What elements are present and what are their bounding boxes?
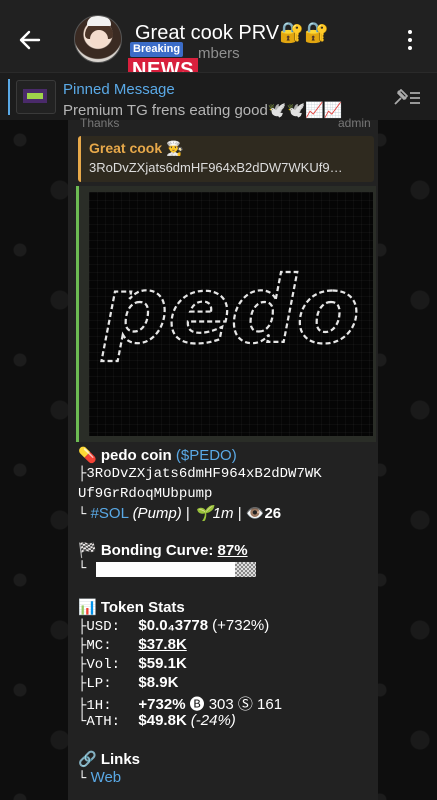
bonding-curve-label: 🏁 Bonding Curve: (78, 542, 214, 559)
more-menu-button[interactable] (398, 26, 422, 54)
coin-title: 💊 pedo coin ($PEDO) (78, 446, 237, 464)
pinned-indicator (8, 79, 10, 115)
bonding-curve-row: 🏁 Bonding Curve: 87% (78, 541, 248, 559)
back-button[interactable] (16, 26, 44, 54)
reply-author: Great cook 👨‍🍳 (89, 140, 184, 156)
reply-preview[interactable]: Great cook 👨‍🍳 3RoDvZXjats6dmHF964xB2dDW… (78, 136, 374, 182)
pin-list-icon[interactable] (392, 87, 422, 107)
views-count: 👁️26 (245, 505, 282, 522)
coin-ticker-link[interactable]: ($PEDO) (176, 447, 237, 464)
member-count: mbers (198, 45, 240, 62)
stat-value: $59.1K (138, 655, 187, 672)
contract-address-line2[interactable]: Uf9GrRdoqMUbpump (78, 486, 212, 502)
stat-row: ├1H: +732% 🅑 303 Ⓢ 161 (78, 693, 282, 714)
stat-key: LP: (86, 676, 112, 692)
dot-icon (408, 38, 412, 42)
tree-prefix: ├ (78, 619, 87, 635)
age-label: 🌱1m (194, 505, 234, 522)
stat-extra: (+732%) (212, 617, 270, 634)
stat-row: ├LP: $8.9K (78, 674, 182, 692)
stat-key: USD: (86, 619, 121, 635)
ascii-logo: pedo (100, 256, 361, 365)
links-title: 🔗 Links (78, 751, 141, 768)
breaking-label: Breaking (130, 42, 184, 57)
admin-tag: admin (338, 116, 371, 130)
stat-key: Vol: (86, 657, 121, 673)
dot-icon (408, 30, 412, 34)
contract-address-part1: 3RoDvZXjats6dmHF964xB2dDW7WK (86, 466, 322, 482)
message-bubble: Thanks admin Great cook 👨‍🍳 3RoDvZXjats6… (68, 116, 378, 800)
stat-value: $49.8K (138, 712, 187, 729)
tree-prefix: └ (78, 771, 87, 787)
bonding-curve-progress (96, 562, 256, 577)
tree-prefix: └ (78, 507, 87, 523)
coin-name: pedo coin (100, 447, 172, 464)
contract-address-line1[interactable]: ├3RoDvZXjats6dmHF964xB2dDW7WK (78, 466, 322, 482)
pinned-message-bar[interactable]: Pinned Message Premium TG frens eating g… (0, 72, 437, 120)
separator: | (185, 505, 190, 522)
stat-value: +732% (138, 696, 186, 713)
tree-prefix: └ (78, 714, 87, 730)
contract-address-part2: Uf9GrRdoqMUbpump (78, 486, 213, 502)
tree-prefix: ├ (78, 657, 87, 673)
pinned-title: Pinned Message (63, 81, 175, 98)
dot-icon (408, 46, 412, 50)
stat-extra: (-24%) (190, 712, 236, 729)
links-row: └ Web (78, 769, 121, 787)
pinned-thumbnail (16, 80, 56, 114)
token-stats-title: 📊 Token Stats (78, 599, 185, 616)
progress-remaining (235, 562, 256, 577)
stat-row: ├Vol: $59.1K (78, 655, 191, 673)
stat-row: ├USD: $0.0₄3778 (+732%) (78, 617, 269, 635)
previous-text-fragment: Thanks (80, 116, 120, 130)
stat-row: ├MC: $37.8K (78, 636, 191, 654)
separator: | (237, 505, 242, 522)
web-link[interactable]: Web (91, 769, 122, 786)
token-image: pedo (89, 192, 373, 436)
source-label: (Pump) (132, 505, 182, 522)
stat-value[interactable]: $37.8K (138, 636, 186, 653)
logo-text: pedo (101, 257, 359, 364)
stat-value: $8.9K (138, 674, 179, 691)
reply-text: 3RoDvZXjats6dmHF964xB2dDW7WKUf9… (89, 160, 343, 175)
stat-key: MC: (86, 638, 112, 654)
chain-hashtag[interactable]: #SOL (91, 505, 129, 522)
stat-extra: 🅑 303 Ⓢ 161 (189, 696, 283, 713)
arrow-left-icon (19, 30, 41, 50)
stat-value: $0.0₄3778 (138, 617, 209, 634)
stat-key: ATH: (86, 714, 121, 730)
pill-icon: 💊 (78, 447, 97, 464)
coin-meta: └ #SOL (Pump) | 🌱1m | 👁️26 (78, 504, 281, 523)
tree-prefix-bonding: └ (78, 561, 87, 577)
tree-prefix: ├ (78, 676, 87, 692)
chat-avatar[interactable] (74, 15, 122, 63)
status-bar (0, 0, 437, 8)
bonding-curve-value: 87% (217, 542, 248, 559)
stat-row: └ATH: $49.8K (-24%) (78, 712, 236, 730)
chat-header: Great cook PRV🔐🔐 mbers Breaking NEWS (0, 8, 437, 82)
tree-prefix: ├ (78, 638, 87, 654)
media-preview[interactable]: pedo (76, 186, 376, 442)
